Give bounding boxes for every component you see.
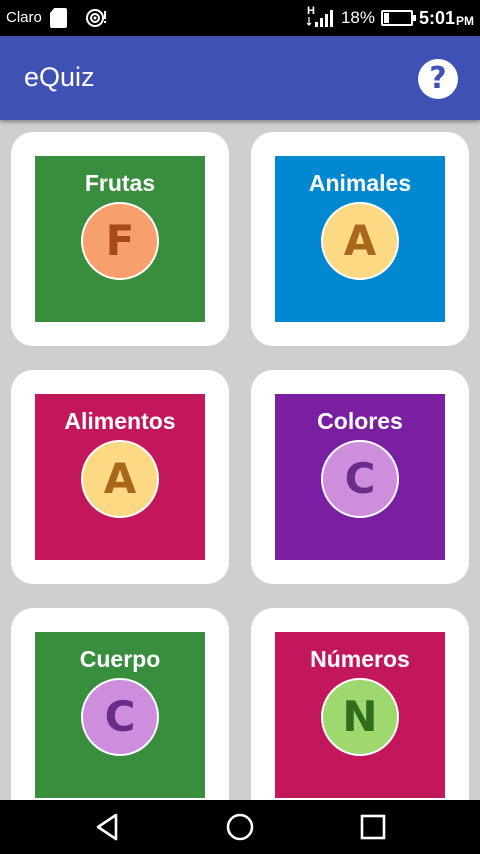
category-card-cuerpo[interactable]: Cuerpo C bbox=[11, 608, 229, 800]
category-tile: Números N bbox=[275, 632, 445, 798]
battery-icon bbox=[380, 10, 416, 26]
category-tile: Frutas F bbox=[35, 156, 205, 322]
category-title: Cuerpo bbox=[79, 646, 161, 672]
category-letter-badge: C bbox=[321, 440, 399, 518]
hotspot-icon bbox=[86, 9, 106, 27]
category-letter-badge: C bbox=[81, 678, 159, 756]
back-icon[interactable] bbox=[90, 810, 124, 844]
category-tile: Animales A bbox=[275, 156, 445, 322]
app-title: eQuiz bbox=[24, 62, 95, 92]
category-title: Animales bbox=[308, 170, 412, 196]
category-tile: Cuerpo C bbox=[35, 632, 205, 798]
category-grid: Frutas F Animales A Alimentos A Colores … bbox=[0, 120, 480, 800]
help-button[interactable]: ? bbox=[418, 59, 458, 99]
app-bar: eQuiz ? bbox=[0, 36, 480, 120]
battery-percent: 18% bbox=[340, 8, 375, 27]
navigation-bar bbox=[0, 800, 480, 854]
category-tile: Colores C bbox=[275, 394, 445, 560]
category-card-colores[interactable]: Colores C bbox=[251, 370, 469, 584]
category-card-alimentos[interactable]: Alimentos A bbox=[11, 370, 229, 584]
category-letter-badge: F bbox=[81, 202, 159, 280]
category-card-numeros[interactable]: Números N bbox=[251, 608, 469, 800]
category-title: Alimentos bbox=[64, 408, 176, 434]
category-title: Frutas bbox=[84, 170, 156, 196]
category-letter-badge: A bbox=[321, 202, 399, 280]
category-tile: Alimentos A bbox=[35, 394, 205, 560]
category-letter-badge: N bbox=[321, 678, 399, 756]
category-title: Colores bbox=[317, 408, 403, 434]
status-bar: Claro H 18% 5:01 PM bbox=[0, 0, 480, 36]
sd-card-icon bbox=[50, 8, 67, 28]
category-letter-badge: A bbox=[81, 440, 159, 518]
category-card-frutas[interactable]: Frutas F bbox=[11, 132, 229, 346]
category-card-animales[interactable]: Animales A bbox=[251, 132, 469, 346]
help-icon: ? bbox=[429, 61, 447, 96]
clock-ampm: PM bbox=[456, 14, 474, 28]
carrier-name: Claro bbox=[6, 9, 42, 26]
recents-icon[interactable] bbox=[356, 810, 390, 844]
home-icon[interactable] bbox=[223, 810, 257, 844]
clock-time: 5:01 bbox=[418, 7, 455, 28]
category-title: Números bbox=[310, 646, 410, 672]
signal-icon: H bbox=[306, 5, 335, 29]
battery-level bbox=[383, 13, 389, 23]
